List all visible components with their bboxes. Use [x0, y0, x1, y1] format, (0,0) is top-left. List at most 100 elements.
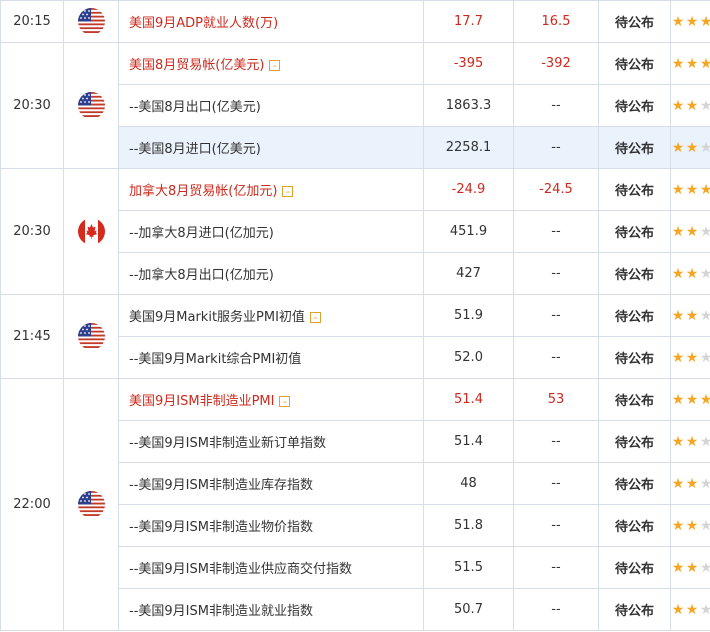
forecast-value: 53 [513, 378, 599, 421]
forecast-value: -- [513, 210, 599, 253]
event-name-cell: 美国9月ADP就业人数(万) [118, 0, 424, 43]
forecast-value: -- [513, 420, 599, 463]
star-icon: ★ [671, 55, 685, 72]
country-flag-cell [63, 378, 119, 631]
event-name: --美国9月ISM非制造业库存指数 [129, 478, 313, 493]
event-name: --美国9月ISM非制造业供应商交付指数 [129, 562, 352, 577]
star-icon: ★ [685, 559, 699, 576]
forecast-value: -- [513, 252, 599, 295]
event-name-cell: --加拿大8月出口(亿加元) [118, 252, 424, 295]
event-name: 美国8月贸易帐(亿美元) [129, 58, 265, 73]
importance-rating: ★★★ [670, 420, 710, 463]
star-icon: ★ [671, 475, 685, 492]
star-icon: ★ [699, 55, 710, 72]
actual-value: 2258.1 [423, 126, 514, 169]
forecast-value: -- [513, 504, 599, 547]
us-flag-icon [77, 491, 105, 518]
collapse-toggle-button[interactable]: - [269, 60, 281, 71]
collapse-toggle-button[interactable]: - [282, 186, 294, 197]
event-time: 20:15 [0, 0, 64, 43]
actual-value: 48 [423, 462, 514, 505]
importance-rating: ★★★ [670, 378, 710, 421]
event-name: --加拿大8月进口(亿加元) [129, 226, 274, 241]
event-name: --美国9月Markit综合PMI初值 [129, 352, 302, 367]
status-badge: 待公布 [598, 126, 671, 169]
star-icon: ★ [699, 517, 710, 534]
forecast-value: 16.5 [513, 0, 599, 43]
star-icon: ★ [685, 307, 699, 324]
actual-value: 427 [423, 252, 514, 295]
status-badge: 待公布 [598, 420, 671, 463]
event-name-cell: 加拿大8月贸易帐(亿加元) - [118, 168, 424, 211]
forecast-value: -- [513, 84, 599, 127]
actual-value: 51.9 [423, 294, 514, 337]
table-row[interactable]: 22:00 美国9月ISM非制造业PMI -51.4 53 待公布 ★★★ [0, 378, 710, 631]
calendar-body: 20:15 美国9月ADP就业人数(万) 17.7 16.5 待公布 ★★★ 20:30 美国… [0, 0, 710, 631]
country-flag-cell [63, 42, 119, 169]
collapse-toggle-button[interactable]: - [309, 312, 321, 323]
star-icon: ★ [685, 55, 699, 72]
actual-value: -395 [423, 42, 514, 85]
actual-value: 51.4 [423, 378, 514, 421]
importance-rating: ★★★ [670, 546, 710, 589]
event-name: --美国8月进口(亿美元) [129, 142, 261, 157]
star-icon: ★ [671, 223, 685, 240]
event-name: 美国9月ISM非制造业PMI [129, 394, 275, 409]
forecast-value: -24.5 [513, 168, 599, 211]
star-icon: ★ [699, 391, 710, 408]
forecast-value: -- [513, 462, 599, 505]
status-badge: 待公布 [598, 378, 671, 421]
forecast-value: -- [513, 294, 599, 337]
star-icon: ★ [699, 223, 710, 240]
star-icon: ★ [671, 559, 685, 576]
table-row[interactable]: 21:45 美国9月Markit服务业PMI初值 -51.9 -- 待公布 ★★★ [0, 294, 710, 379]
event-name: --美国9月ISM非制造业新订单指数 [129, 436, 326, 451]
event-name: --美国9月ISM非制造业就业指数 [129, 604, 313, 619]
us-flag-icon [77, 8, 105, 35]
event-name-cell: 美国8月贸易帐(亿美元) - [118, 42, 424, 85]
status-badge: 待公布 [598, 588, 671, 631]
star-icon: ★ [699, 433, 710, 450]
status-badge: 待公布 [598, 546, 671, 589]
star-icon: ★ [685, 391, 699, 408]
star-icon: ★ [699, 307, 710, 324]
star-icon: ★ [671, 601, 685, 618]
star-icon: ★ [699, 13, 710, 30]
table-row[interactable]: 20:15 美国9月ADP就业人数(万) 17.7 16.5 待公布 ★★★ [0, 0, 710, 43]
event-name: --美国8月出口(亿美元) [129, 100, 261, 115]
star-icon: ★ [671, 265, 685, 282]
actual-value: 51.8 [423, 504, 514, 547]
table-row[interactable]: 20:30 加拿大8月贸易帐(亿加元) - -24.9 -24.5 待公布 ★★★ [0, 168, 710, 295]
economic-calendar-table: 20:15 美国9月ADP就业人数(万) 17.7 16.5 待公布 ★★★ 20:30 美国… [0, 0, 710, 631]
us-flag-icon [77, 92, 105, 119]
forecast-value: -- [513, 588, 599, 631]
event-time: 20:30 [0, 168, 64, 295]
actual-value: 50.7 [423, 588, 514, 631]
star-icon: ★ [699, 97, 710, 114]
forecast-value: -- [513, 126, 599, 169]
event-name-cell: --美国9月ISM非制造业库存指数 [118, 462, 424, 505]
star-icon: ★ [685, 601, 699, 618]
event-name-cell: --美国8月出口(亿美元) [118, 84, 424, 127]
status-badge: 待公布 [598, 168, 671, 211]
country-flag-cell [63, 0, 119, 43]
star-icon: ★ [671, 517, 685, 534]
star-icon: ★ [685, 475, 699, 492]
status-badge: 待公布 [598, 336, 671, 379]
actual-value: 51.5 [423, 546, 514, 589]
star-icon: ★ [685, 223, 699, 240]
forecast-value: -- [513, 546, 599, 589]
country-flag-cell [63, 294, 119, 379]
actual-value: -24.9 [423, 168, 514, 211]
collapse-toggle-button[interactable]: - [279, 396, 291, 407]
table-row[interactable]: 20:30 美国8月贸易帐(亿美元) - -395 -392 待公布 ★★★ [0, 42, 710, 169]
star-icon: ★ [685, 517, 699, 534]
star-icon: ★ [699, 181, 710, 198]
star-icon: ★ [699, 349, 710, 366]
event-name-cell: --加拿大8月进口(亿加元) [118, 210, 424, 253]
status-badge: 待公布 [598, 462, 671, 505]
star-icon: ★ [685, 349, 699, 366]
status-badge: 待公布 [598, 504, 671, 547]
star-icon: ★ [671, 307, 685, 324]
importance-rating: ★★★ [670, 210, 710, 253]
